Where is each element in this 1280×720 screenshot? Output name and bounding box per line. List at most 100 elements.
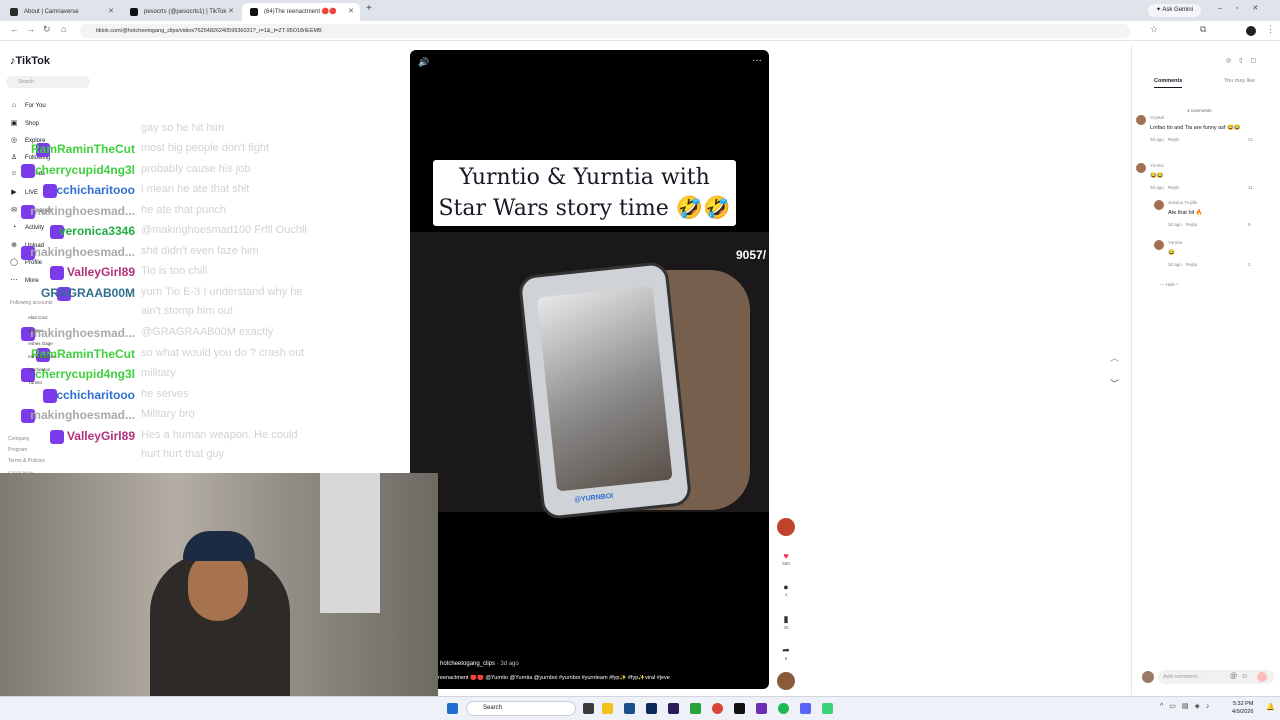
- close-tab-icon[interactable]: ✕: [108, 3, 114, 21]
- bookmark-button[interactable]: ▮ 25: [775, 614, 797, 630]
- bookmark-icon: ▮: [783, 614, 789, 624]
- more-options-icon[interactable]: ···: [752, 55, 762, 66]
- commenter-avatar[interactable]: [1154, 240, 1164, 250]
- system-tray-icons[interactable]: ^▭▤◈♪: [1160, 702, 1215, 710]
- lightroom-icon[interactable]: [624, 703, 635, 714]
- extensions-icon[interactable]: ⧉: [1200, 24, 1206, 35]
- task-view-icon[interactable]: [583, 703, 594, 714]
- comment-username[interactable]: Yurntio: [1150, 163, 1164, 168]
- volume-icon[interactable]: 🔊: [418, 57, 429, 68]
- chat-text: Tio is too chill: [141, 265, 208, 277]
- photoshop-icon[interactable]: [646, 703, 657, 714]
- chat-username: GRAGRAAB00M: [40, 286, 135, 300]
- mention-icon[interactable]: @: [1230, 673, 1237, 680]
- premiere-icon[interactable]: [668, 703, 679, 714]
- comment-like-count[interactable]: 21: [1248, 137, 1253, 142]
- commenter-avatar[interactable]: [1154, 200, 1164, 210]
- favicon-icon: [10, 8, 18, 16]
- chrome-icon[interactable]: [712, 703, 723, 714]
- chat-message: RamRaminTheCut most big people don't figh…: [0, 140, 410, 160]
- commenter-avatar[interactable]: [1136, 115, 1146, 125]
- streamer-face-image: [188, 551, 248, 621]
- comment-meta[interactable]: 3d ago · Reply: [1168, 222, 1197, 227]
- chat-username: RamRaminTheCut: [30, 142, 135, 156]
- tiktok-favicon-icon: [130, 8, 138, 16]
- share-button[interactable]: ➦ 8: [775, 645, 797, 661]
- comment-username[interactable]: Crystal: [1150, 115, 1164, 120]
- profile-avatar[interactable]: [1246, 26, 1256, 36]
- comment-username[interactable]: Jessica Trujillo: [1168, 200, 1197, 205]
- search-input[interactable]: Search: [6, 76, 90, 88]
- address-bar[interactable]: tiktok.com/@hotcheetogang_clips/video/76…: [80, 24, 1130, 38]
- comment-meta[interactable]: 3d ago · Reply: [1168, 262, 1197, 267]
- sound-avatar[interactable]: [777, 672, 795, 690]
- tab-you-may-like[interactable]: You may like: [1224, 78, 1255, 84]
- chat-message: GRAGRAAB00M yurn Tio E-3 I understand why…: [0, 284, 410, 317]
- chat-badge-icon: [42, 389, 57, 403]
- comment-like-count[interactable]: 11: [1248, 185, 1253, 190]
- menu-icon[interactable]: ⋮: [1266, 24, 1275, 35]
- comment-like-count[interactable]: 2: [1248, 262, 1251, 267]
- send-icon[interactable]: [1257, 672, 1267, 682]
- following-account[interactable]: mrmakinghoe: [28, 354, 55, 359]
- comment-meta[interactable]: 3d ago · Reply: [1150, 137, 1179, 142]
- spotify-icon[interactable]: [778, 703, 789, 714]
- close-tab-icon[interactable]: ✕: [348, 3, 354, 21]
- video-counter: 9057/: [736, 248, 767, 262]
- following-account[interactable]: hotcheetos: [28, 367, 50, 372]
- chat-message: cchicharitooo he serves: [0, 386, 410, 406]
- file-explorer-icon[interactable]: [602, 703, 613, 714]
- back-icon[interactable]: ←: [10, 24, 19, 34]
- app-icon[interactable]: [756, 703, 767, 714]
- comment-icon: ●: [783, 582, 789, 592]
- home-icon[interactable]: ⌂: [61, 24, 66, 34]
- browser-tab[interactable]: About | Camnaverse ✕: [2, 3, 120, 21]
- browser-tab[interactable]: pesocrts (@pesocrts1) | TikTok ✕: [122, 3, 240, 21]
- comment-username[interactable]: Yurntia: [1168, 240, 1182, 245]
- comment-button[interactable]: ● 4: [775, 582, 797, 597]
- chat-badge-icon: [21, 164, 36, 178]
- video-author[interactable]: hotcheetogang_clips: [440, 661, 495, 667]
- chat-username: ValleyGirl89: [66, 429, 135, 443]
- previous-video-icon[interactable]: ︿: [1110, 351, 1119, 364]
- taskbar-search[interactable]: Search: [466, 701, 576, 716]
- clock[interactable]: 5:32 PM 4/9/2026: [1232, 700, 1253, 716]
- hide-replies-button[interactable]: — Hide ^: [1160, 282, 1178, 287]
- window-controls[interactable]: –▫✕: [1218, 4, 1272, 12]
- new-tab-button[interactable]: +: [366, 3, 372, 14]
- commenter-avatar[interactable]: [1136, 163, 1146, 173]
- following-account[interactable]: Yurntio: [28, 380, 42, 385]
- following-account[interactable]: Alan Cruz: [28, 315, 48, 320]
- reload-icon[interactable]: ↻: [43, 24, 51, 35]
- video-watermark: @YURNBOI: [573, 492, 614, 504]
- streamlabs-icon[interactable]: [822, 703, 833, 714]
- like-button[interactable]: ♥ 590: [775, 551, 797, 566]
- comment-meta[interactable]: 3d ago · Reply: [1150, 185, 1179, 190]
- ask-gemini-button[interactable]: ✦ Ask Gemini: [1148, 4, 1202, 17]
- chat-username: makinghoesmad...: [30, 204, 135, 218]
- chat-message: cherrycupid4ng3l military: [0, 365, 410, 385]
- chat-text: he serves: [141, 388, 189, 400]
- chat-username: ValleyGirl89: [66, 265, 135, 279]
- windows-start-icon[interactable]: [447, 703, 458, 714]
- chat-message: gay so he hit him: [0, 120, 410, 140]
- close-tab-icon[interactable]: ✕: [228, 3, 234, 21]
- sidebar-item-for-you[interactable]: ⌂ For You: [10, 102, 46, 109]
- following-account[interactable]: andrew: [28, 328, 43, 333]
- discord-icon[interactable]: [800, 703, 811, 714]
- sheets-icon[interactable]: [690, 703, 701, 714]
- bookmark-star-icon[interactable]: ☆: [1150, 24, 1158, 35]
- next-video-icon[interactable]: ﹀: [1110, 377, 1119, 390]
- tiktok-logo[interactable]: ♪TikTok: [10, 55, 50, 67]
- forward-icon[interactable]: →: [26, 24, 35, 34]
- chat-message: cherrycupid4ng3l probably cause his job: [0, 161, 410, 181]
- browser-tab-active[interactable]: (64)The reenactment 🔴🔴 ✕: [242, 3, 360, 21]
- tab-comments[interactable]: Comments: [1154, 78, 1183, 88]
- comment-like-count[interactable]: 5: [1248, 222, 1251, 227]
- emoji-icon[interactable]: ☺: [1241, 673, 1248, 680]
- notification-icon[interactable]: 🔔: [1266, 703, 1275, 711]
- tiktok-app-icon[interactable]: [734, 703, 745, 714]
- windows-taskbar: Search ^▭▤◈♪ 5:32 PM 4/9/2026 🔔: [0, 696, 1280, 720]
- chat-message: makinghoesmad... shit didn't even faze hi…: [0, 243, 410, 263]
- following-account[interactable]: Ashes Gage: [28, 341, 53, 346]
